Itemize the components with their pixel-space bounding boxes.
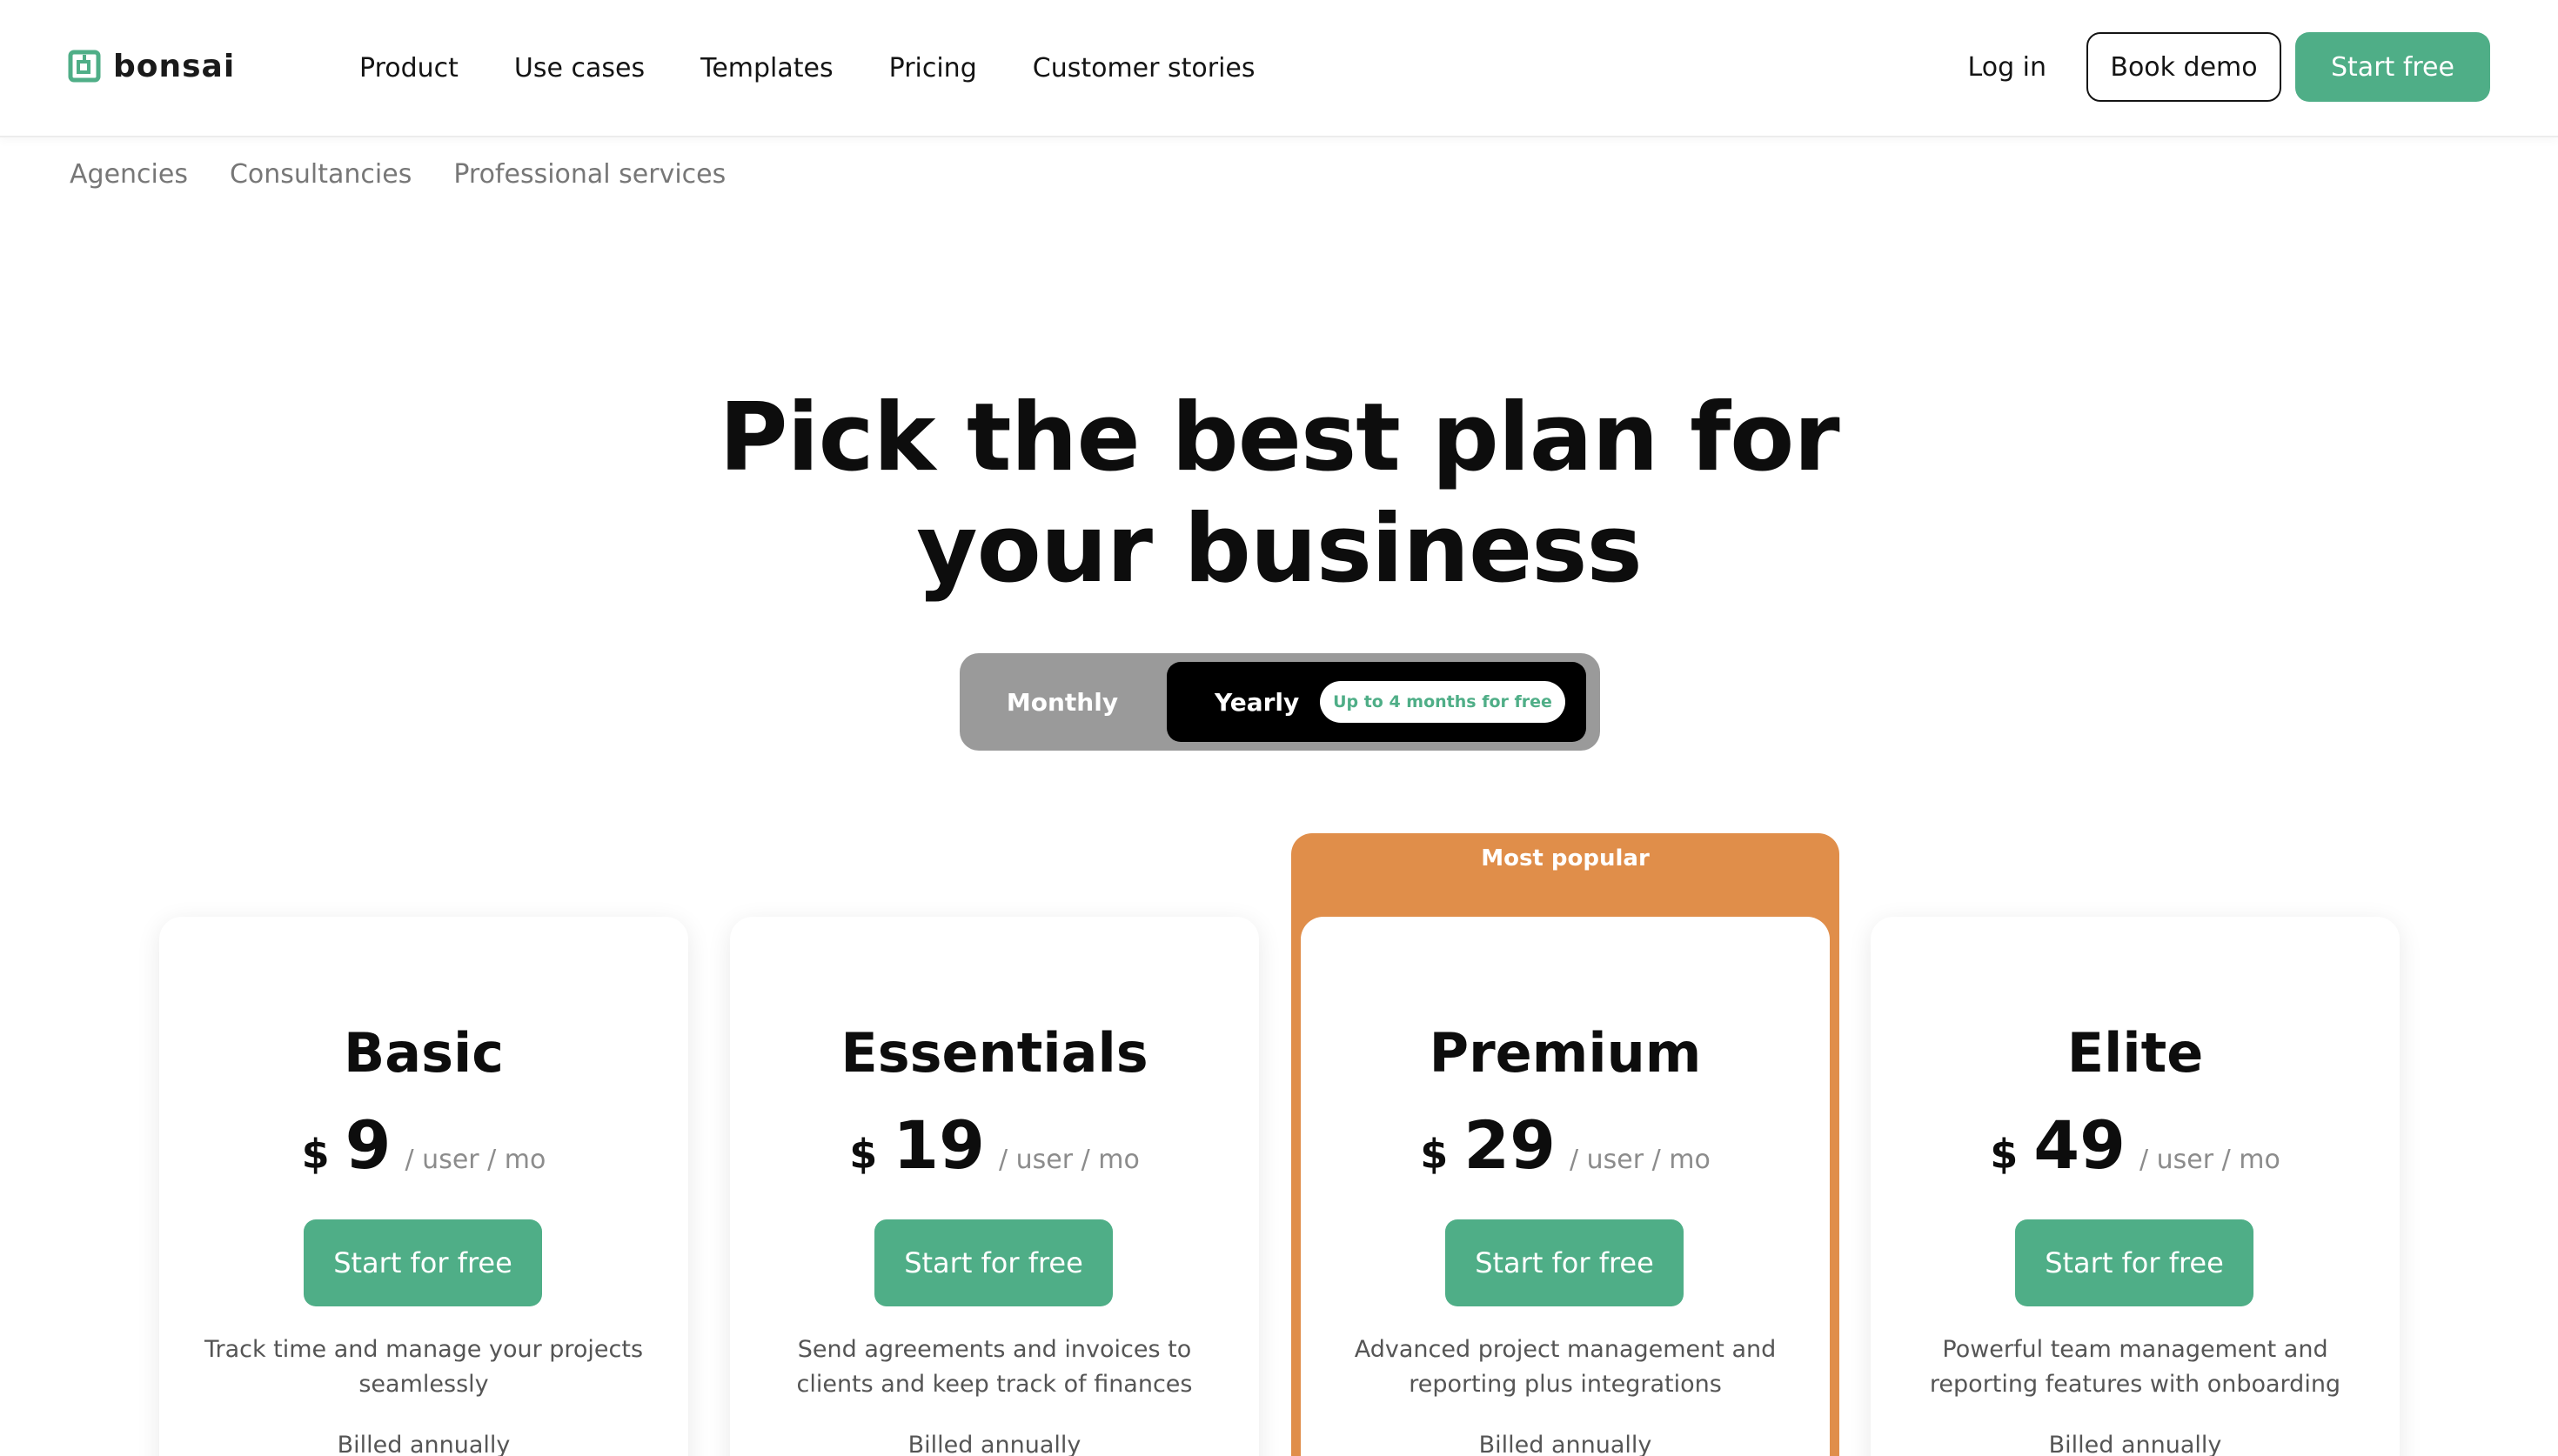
- yearly-discount-badge: Up to 4 months for free: [1320, 681, 1565, 723]
- plan-description: Track time and manage your projects seam…: [204, 1336, 644, 1398]
- plan-name: Premium: [1429, 1021, 1702, 1085]
- price-unit: / user / mo: [2139, 1145, 2280, 1175]
- logo[interactable]: bonsai: [68, 47, 235, 85]
- main-nav: Product Use cases Templates Pricing Cust…: [359, 49, 1256, 87]
- plan-price: $ 19 / user / mo: [730, 1106, 1259, 1185]
- price-amount: 49: [2033, 1106, 2126, 1184]
- nav-product[interactable]: Product: [359, 53, 459, 83]
- book-demo-button[interactable]: Book demo: [2086, 32, 2281, 102]
- subnav-agencies[interactable]: Agencies: [70, 159, 188, 190]
- plan-name: Elite: [2066, 1021, 2204, 1085]
- pricing-page: bonsai Product Use cases Templates Prici…: [0, 0, 2558, 1456]
- price-currency: $: [849, 1131, 878, 1178]
- price-unit: / user / mo: [1569, 1145, 1711, 1175]
- plan-billing-note: Billed annually: [337, 1432, 511, 1456]
- start-for-free-button-premium[interactable]: Start for free: [1445, 1219, 1684, 1306]
- price-amount: 19: [893, 1106, 985, 1184]
- plan-name: Essentials: [840, 1021, 1148, 1085]
- page-title-line-2: your business: [916, 495, 1643, 604]
- bonsai-logo-icon: [68, 50, 101, 83]
- site-header: bonsai Product Use cases Templates Prici…: [0, 0, 2558, 137]
- price-currency: $: [1420, 1131, 1449, 1178]
- header-actions: Log in Book demo Start free: [1968, 32, 2490, 102]
- nav-pricing[interactable]: Pricing: [889, 53, 977, 83]
- billing-monthly-label: Monthly: [1006, 687, 1119, 717]
- plan-price: $ 49 / user / mo: [1871, 1106, 2400, 1185]
- plan-price: $ 9 / user / mo: [159, 1106, 688, 1185]
- start-for-free-button-basic[interactable]: Start for free: [304, 1219, 542, 1306]
- start-for-free-button-elite[interactable]: Start for free: [2015, 1219, 2253, 1306]
- login-link[interactable]: Log in: [1968, 52, 2046, 83]
- plan-card-basic: Basic $ 9 / user / mo Start for free Tra…: [159, 917, 688, 1456]
- billing-yearly-label: Yearly: [1215, 687, 1300, 717]
- nav-templates[interactable]: Templates: [700, 53, 834, 83]
- price-currency: $: [301, 1131, 330, 1178]
- plan-card-elite: Elite $ 49 / user / mo Start for free Po…: [1871, 917, 2400, 1456]
- start-for-free-button-essentials[interactable]: Start for free: [874, 1219, 1113, 1306]
- page-title-line-1: Pick the best plan for: [719, 384, 1839, 492]
- price-amount: 9: [345, 1106, 392, 1184]
- price-unit: / user / mo: [405, 1145, 546, 1175]
- most-popular-label: Most popular: [1481, 845, 1650, 872]
- plan-description: Powerful team management and reporting f…: [1929, 1336, 2341, 1398]
- plan-card-premium: Premium $ 29 / user / mo Start for free …: [1301, 917, 1830, 1456]
- price-currency: $: [1990, 1131, 2019, 1178]
- subnav-professional-services[interactable]: Professional services: [453, 159, 726, 190]
- subnav-consultancies[interactable]: Consultancies: [230, 159, 412, 190]
- plan-billing-note: Billed annually: [1478, 1432, 1652, 1456]
- billing-yearly-option[interactable]: Yearly Up to 4 months for free: [1167, 662, 1586, 742]
- plan-card-essentials: Essentials $ 19 / user / mo Start for fr…: [730, 917, 1259, 1456]
- start-free-button[interactable]: Start free: [2295, 32, 2490, 102]
- logo-text: bonsai: [113, 48, 236, 84]
- plan-billing-note: Billed annually: [2048, 1432, 2222, 1456]
- billing-toggle: Monthly Yearly Up to 4 months for free: [960, 653, 1600, 751]
- price-unit: / user / mo: [998, 1145, 1140, 1175]
- plan-description: Advanced project management and reportin…: [1354, 1336, 1777, 1398]
- segment-subnav: Agencies Consultancies Professional serv…: [70, 155, 726, 193]
- price-amount: 29: [1463, 1106, 1556, 1184]
- plan-billing-note: Billed annually: [907, 1432, 1081, 1456]
- nav-use-cases[interactable]: Use cases: [514, 53, 645, 83]
- page-title: Pick the best plan for your business: [0, 383, 2558, 605]
- plan-description: Send agreements and invoices to clients …: [796, 1336, 1193, 1398]
- nav-customer-stories[interactable]: Customer stories: [1033, 53, 1256, 83]
- billing-monthly-option[interactable]: Monthly: [960, 653, 1165, 751]
- plan-name: Basic: [343, 1021, 504, 1085]
- plan-price: $ 29 / user / mo: [1301, 1106, 1830, 1185]
